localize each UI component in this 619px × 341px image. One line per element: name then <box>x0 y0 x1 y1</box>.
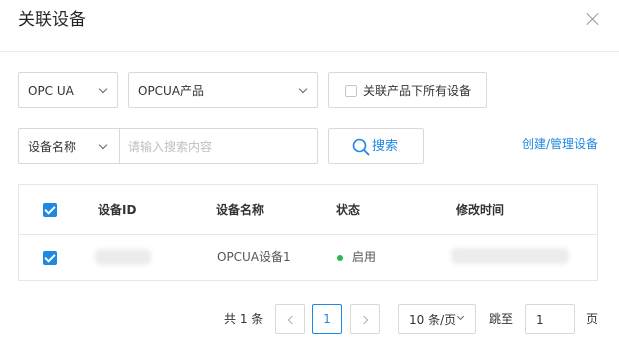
chevron-right-icon <box>359 315 369 325</box>
jump-page-value: 1 <box>536 313 544 327</box>
table-header: 设备ID 设备名称 状态 修改时间 <box>19 185 597 235</box>
column-header-status: 状态 <box>336 203 361 217</box>
status-dot-icon <box>337 255 343 261</box>
redacted-modified-time <box>451 248 569 264</box>
chevron-left-icon <box>287 315 297 325</box>
dialog-header: 关联设备 <box>0 0 619 52</box>
all-devices-checkbox[interactable]: 关联产品下所有设备 <box>328 72 487 108</box>
column-header-device-id: 设备ID <box>98 203 137 217</box>
search-field-select[interactable]: 设备名称 <box>18 128 120 164</box>
search-field-value: 设备名称 <box>28 140 77 154</box>
page-1-button[interactable]: 1 <box>312 304 342 334</box>
device-name-cell: OPCUA设备1 <box>217 250 291 264</box>
all-devices-checkbox-label: 关联产品下所有设备 <box>363 84 472 98</box>
search-button-label: 搜索 <box>372 139 399 154</box>
close-icon[interactable] <box>584 10 602 28</box>
search-icon <box>352 138 370 156</box>
select-all-checkbox[interactable] <box>43 203 57 217</box>
search-input[interactable]: 请输入搜索内容 <box>119 128 318 164</box>
product-select-value: OPCUA产品 <box>138 84 205 98</box>
search-placeholder: 请输入搜索内容 <box>128 140 213 154</box>
associate-device-dialog: 关联设备 OPC UA OPCUA产品 关联产品下所有设备 设备名称 请输入搜索… <box>0 0 619 341</box>
jump-label: 跳至 <box>489 312 514 326</box>
chevron-down-icon <box>298 84 308 94</box>
total-count: 共 1 条 <box>224 312 264 326</box>
checkbox-icon[interactable] <box>345 85 357 97</box>
column-header-device-name: 设备名称 <box>216 203 265 217</box>
page-suffix: 页 <box>586 312 599 326</box>
device-table: 设备ID 设备名称 状态 修改时间 OPCUA设备1 启用 <box>18 184 598 281</box>
protocol-select[interactable]: OPC UA <box>18 72 118 108</box>
chevron-down-icon <box>98 140 108 150</box>
jump-page-input[interactable]: 1 <box>525 304 575 334</box>
manage-devices-link[interactable]: 创建/管理设备 <box>522 136 598 152</box>
page-number: 1 <box>323 312 331 326</box>
page-size-select[interactable]: 10 条/页 <box>398 304 476 334</box>
page-size-value: 10 条/页 <box>409 313 457 327</box>
dialog-title: 关联设备 <box>18 10 86 30</box>
status-cell: 启用 <box>352 250 377 264</box>
table-row[interactable]: OPCUA设备1 启用 <box>19 235 597 280</box>
chevron-down-icon <box>456 312 465 321</box>
redacted-device-id <box>95 249 151 265</box>
next-page-button[interactable] <box>350 304 380 334</box>
column-header-modified-time: 修改时间 <box>456 203 505 217</box>
protocol-select-value: OPC UA <box>28 84 74 98</box>
search-button[interactable]: 搜索 <box>328 128 424 164</box>
chevron-down-icon <box>98 84 108 94</box>
prev-page-button[interactable] <box>275 304 305 334</box>
product-select[interactable]: OPCUA产品 <box>128 72 318 108</box>
row-checkbox[interactable] <box>43 251 57 265</box>
